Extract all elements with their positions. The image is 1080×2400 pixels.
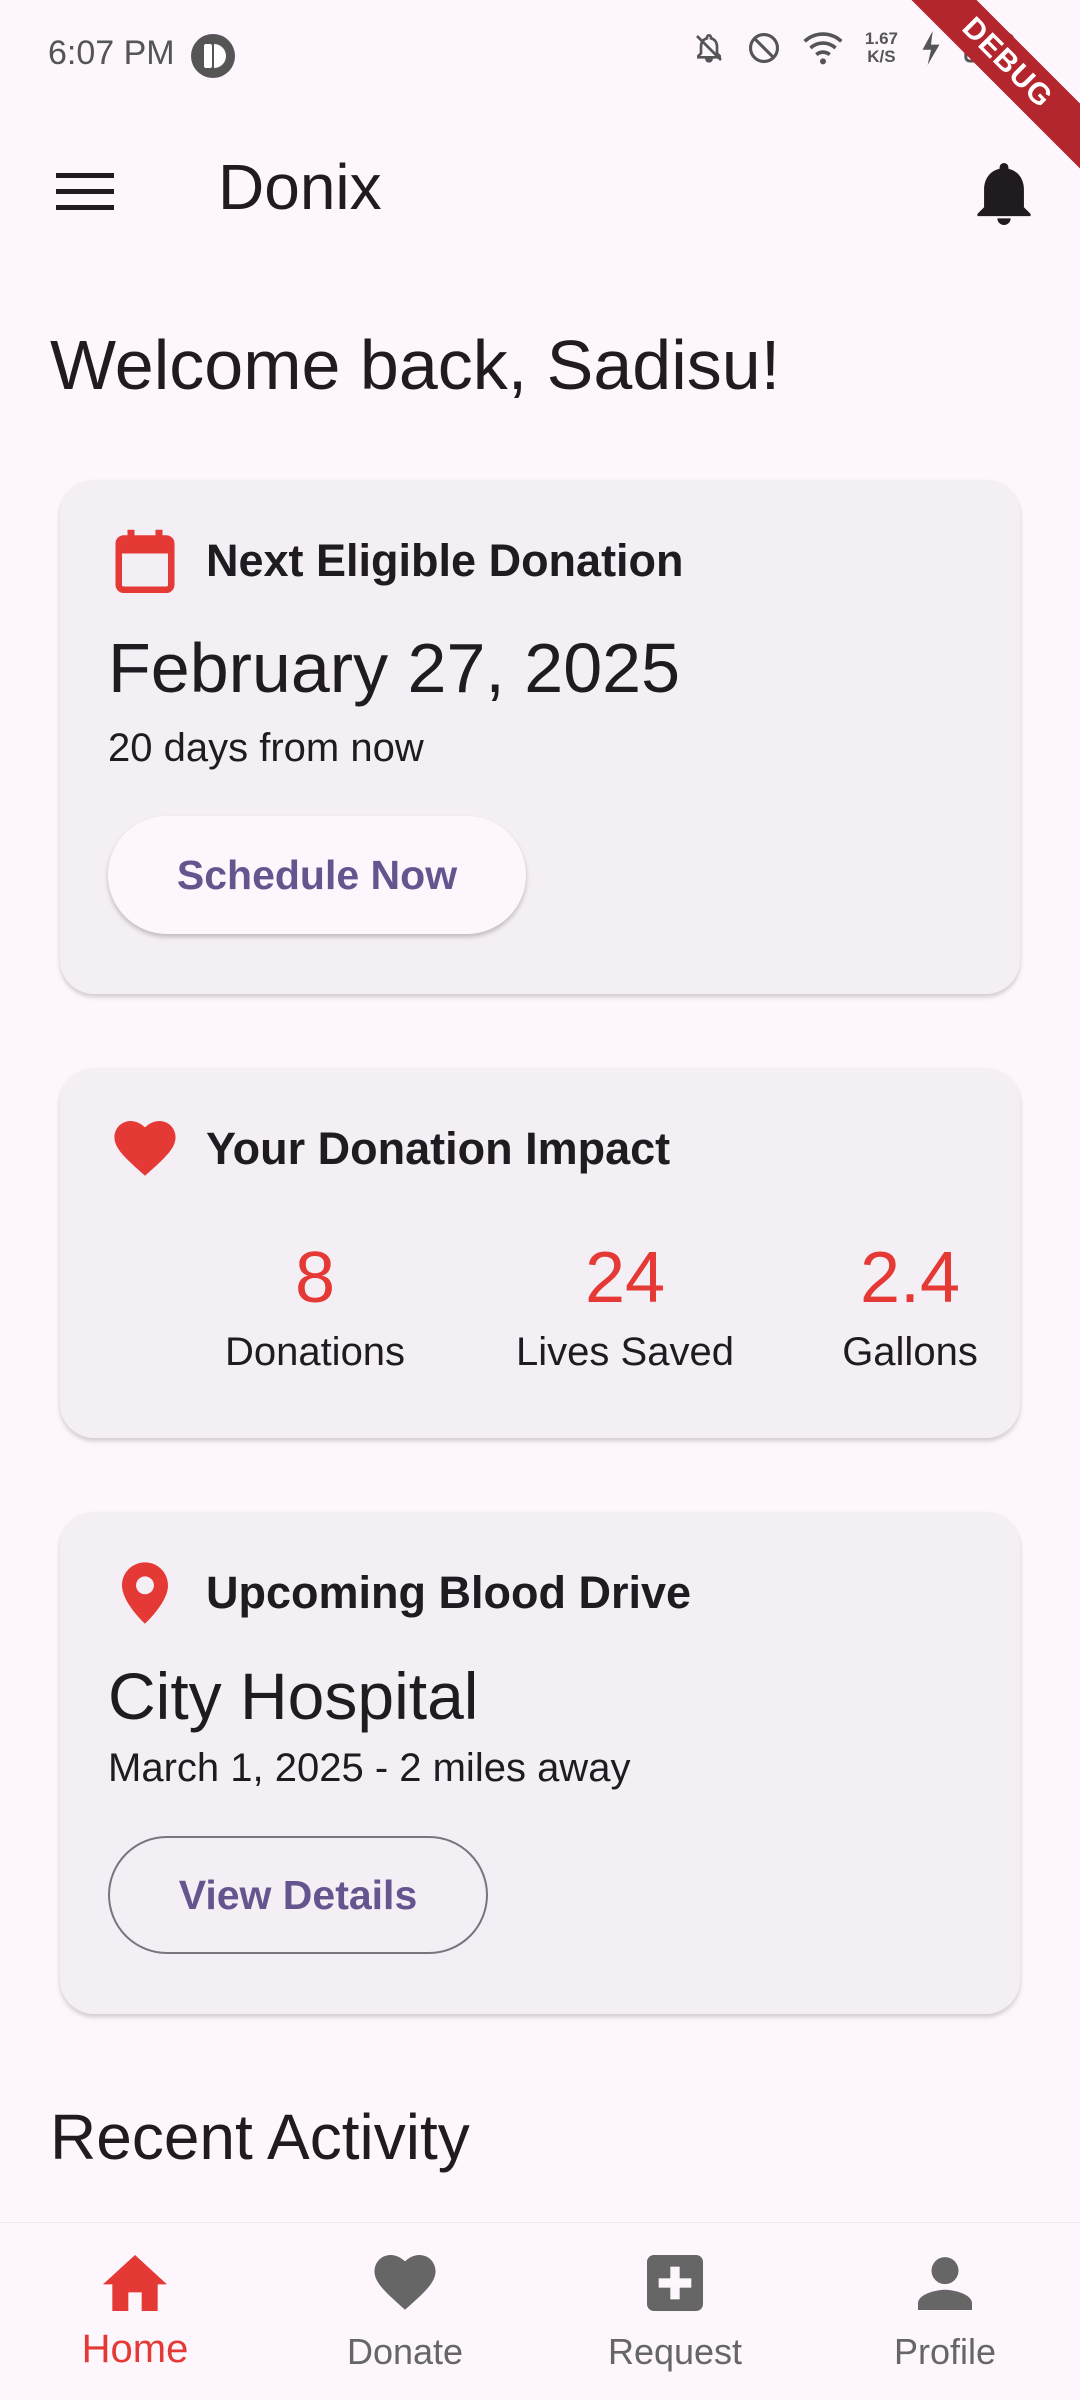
bell-icon xyxy=(977,163,1031,225)
stat-label: Lives Saved xyxy=(516,1330,734,1374)
welcome-heading: Welcome back, Sadisu! xyxy=(50,326,781,404)
medical-plus-icon xyxy=(643,2251,707,2315)
location-pin-icon xyxy=(112,1560,178,1626)
menu-button[interactable] xyxy=(44,162,126,222)
heart-icon xyxy=(373,2251,437,2315)
notifications-button[interactable] xyxy=(964,154,1044,234)
app-title: Donix xyxy=(218,151,382,223)
nav-label: Donate xyxy=(346,2331,464,2372)
stat-value: 2.4 xyxy=(859,1238,961,1318)
blood-drive-details: March 1, 2025 - 2 miles away xyxy=(108,1746,631,1790)
stat-lives-saved: 24 Lives Saved xyxy=(485,1238,765,1375)
impact-stats: 8 Donations 24 Lives Saved 2.4 Gallons xyxy=(60,1238,1020,1388)
do-not-disturb-icon xyxy=(748,32,779,64)
card-header: Upcoming Blood Drive xyxy=(112,1560,691,1626)
status-time: 6:07 PM xyxy=(48,34,175,72)
nav-home[interactable]: Home xyxy=(0,2223,270,2400)
stat-label: Donations xyxy=(224,1330,406,1374)
person-icon xyxy=(913,2251,977,2315)
donation-impact-card: Your Donation Impact 8 Donations 24 Live… xyxy=(60,1068,1020,1438)
nav-label: Home xyxy=(81,2327,189,2371)
calendar-icon xyxy=(112,528,178,594)
nav-label: Request xyxy=(607,2331,743,2372)
status-bar: 6:07 PM 1.67 K/S DEBUG xyxy=(0,0,1080,182)
nav-request[interactable]: Request xyxy=(540,2223,810,2400)
card-header: Next Eligible Donation xyxy=(112,528,684,594)
home-icon xyxy=(103,2251,167,2315)
app-notification-icon xyxy=(190,33,236,79)
stat-label: Gallons xyxy=(842,1330,978,1374)
next-donation-card: Next Eligible Donation February 27, 2025… xyxy=(60,480,1020,994)
app-bar: Donix xyxy=(0,120,1080,260)
card-title: Upcoming Blood Drive xyxy=(206,1567,692,1618)
next-donation-date: February 27, 2025 xyxy=(108,629,681,707)
stat-value: 24 xyxy=(584,1238,666,1318)
card-title: Next Eligible Donation xyxy=(206,535,684,586)
blood-drive-card: Upcoming Blood Drive City Hospital March… xyxy=(60,1512,1020,2014)
heart-icon xyxy=(112,1116,178,1182)
nav-label: Profile xyxy=(893,2331,997,2372)
stat-value: 8 xyxy=(294,1238,336,1318)
nav-profile[interactable]: Profile xyxy=(810,2223,1080,2400)
menu-icon xyxy=(56,173,114,210)
wifi-icon xyxy=(803,32,843,65)
card-header: Your Donation Impact xyxy=(112,1116,670,1182)
view-details-button[interactable]: View Details xyxy=(108,1836,488,1954)
nav-donate[interactable]: Donate xyxy=(270,2223,540,2400)
stat-donations: 8 Donations xyxy=(175,1238,455,1375)
home-screen: 6:07 PM 1.67 K/S DEBUG Donix Welcome bac… xyxy=(0,0,1080,2400)
recent-activity-heading: Recent Activity xyxy=(50,2101,470,2173)
bottom-navigation: Home Donate Request Profile xyxy=(0,2222,1080,2400)
bell-off-icon xyxy=(695,34,722,63)
stat-gallons: 2.4 Gallons xyxy=(770,1238,1050,1375)
card-title: Your Donation Impact xyxy=(206,1123,671,1174)
network-speed: 1.67 K/S xyxy=(864,29,898,66)
blood-drive-location: City Hospital xyxy=(108,1659,479,1733)
schedule-now-button[interactable]: Schedule Now xyxy=(108,816,526,934)
charging-icon xyxy=(922,31,940,65)
next-donation-countdown: 20 days from now xyxy=(108,726,424,770)
